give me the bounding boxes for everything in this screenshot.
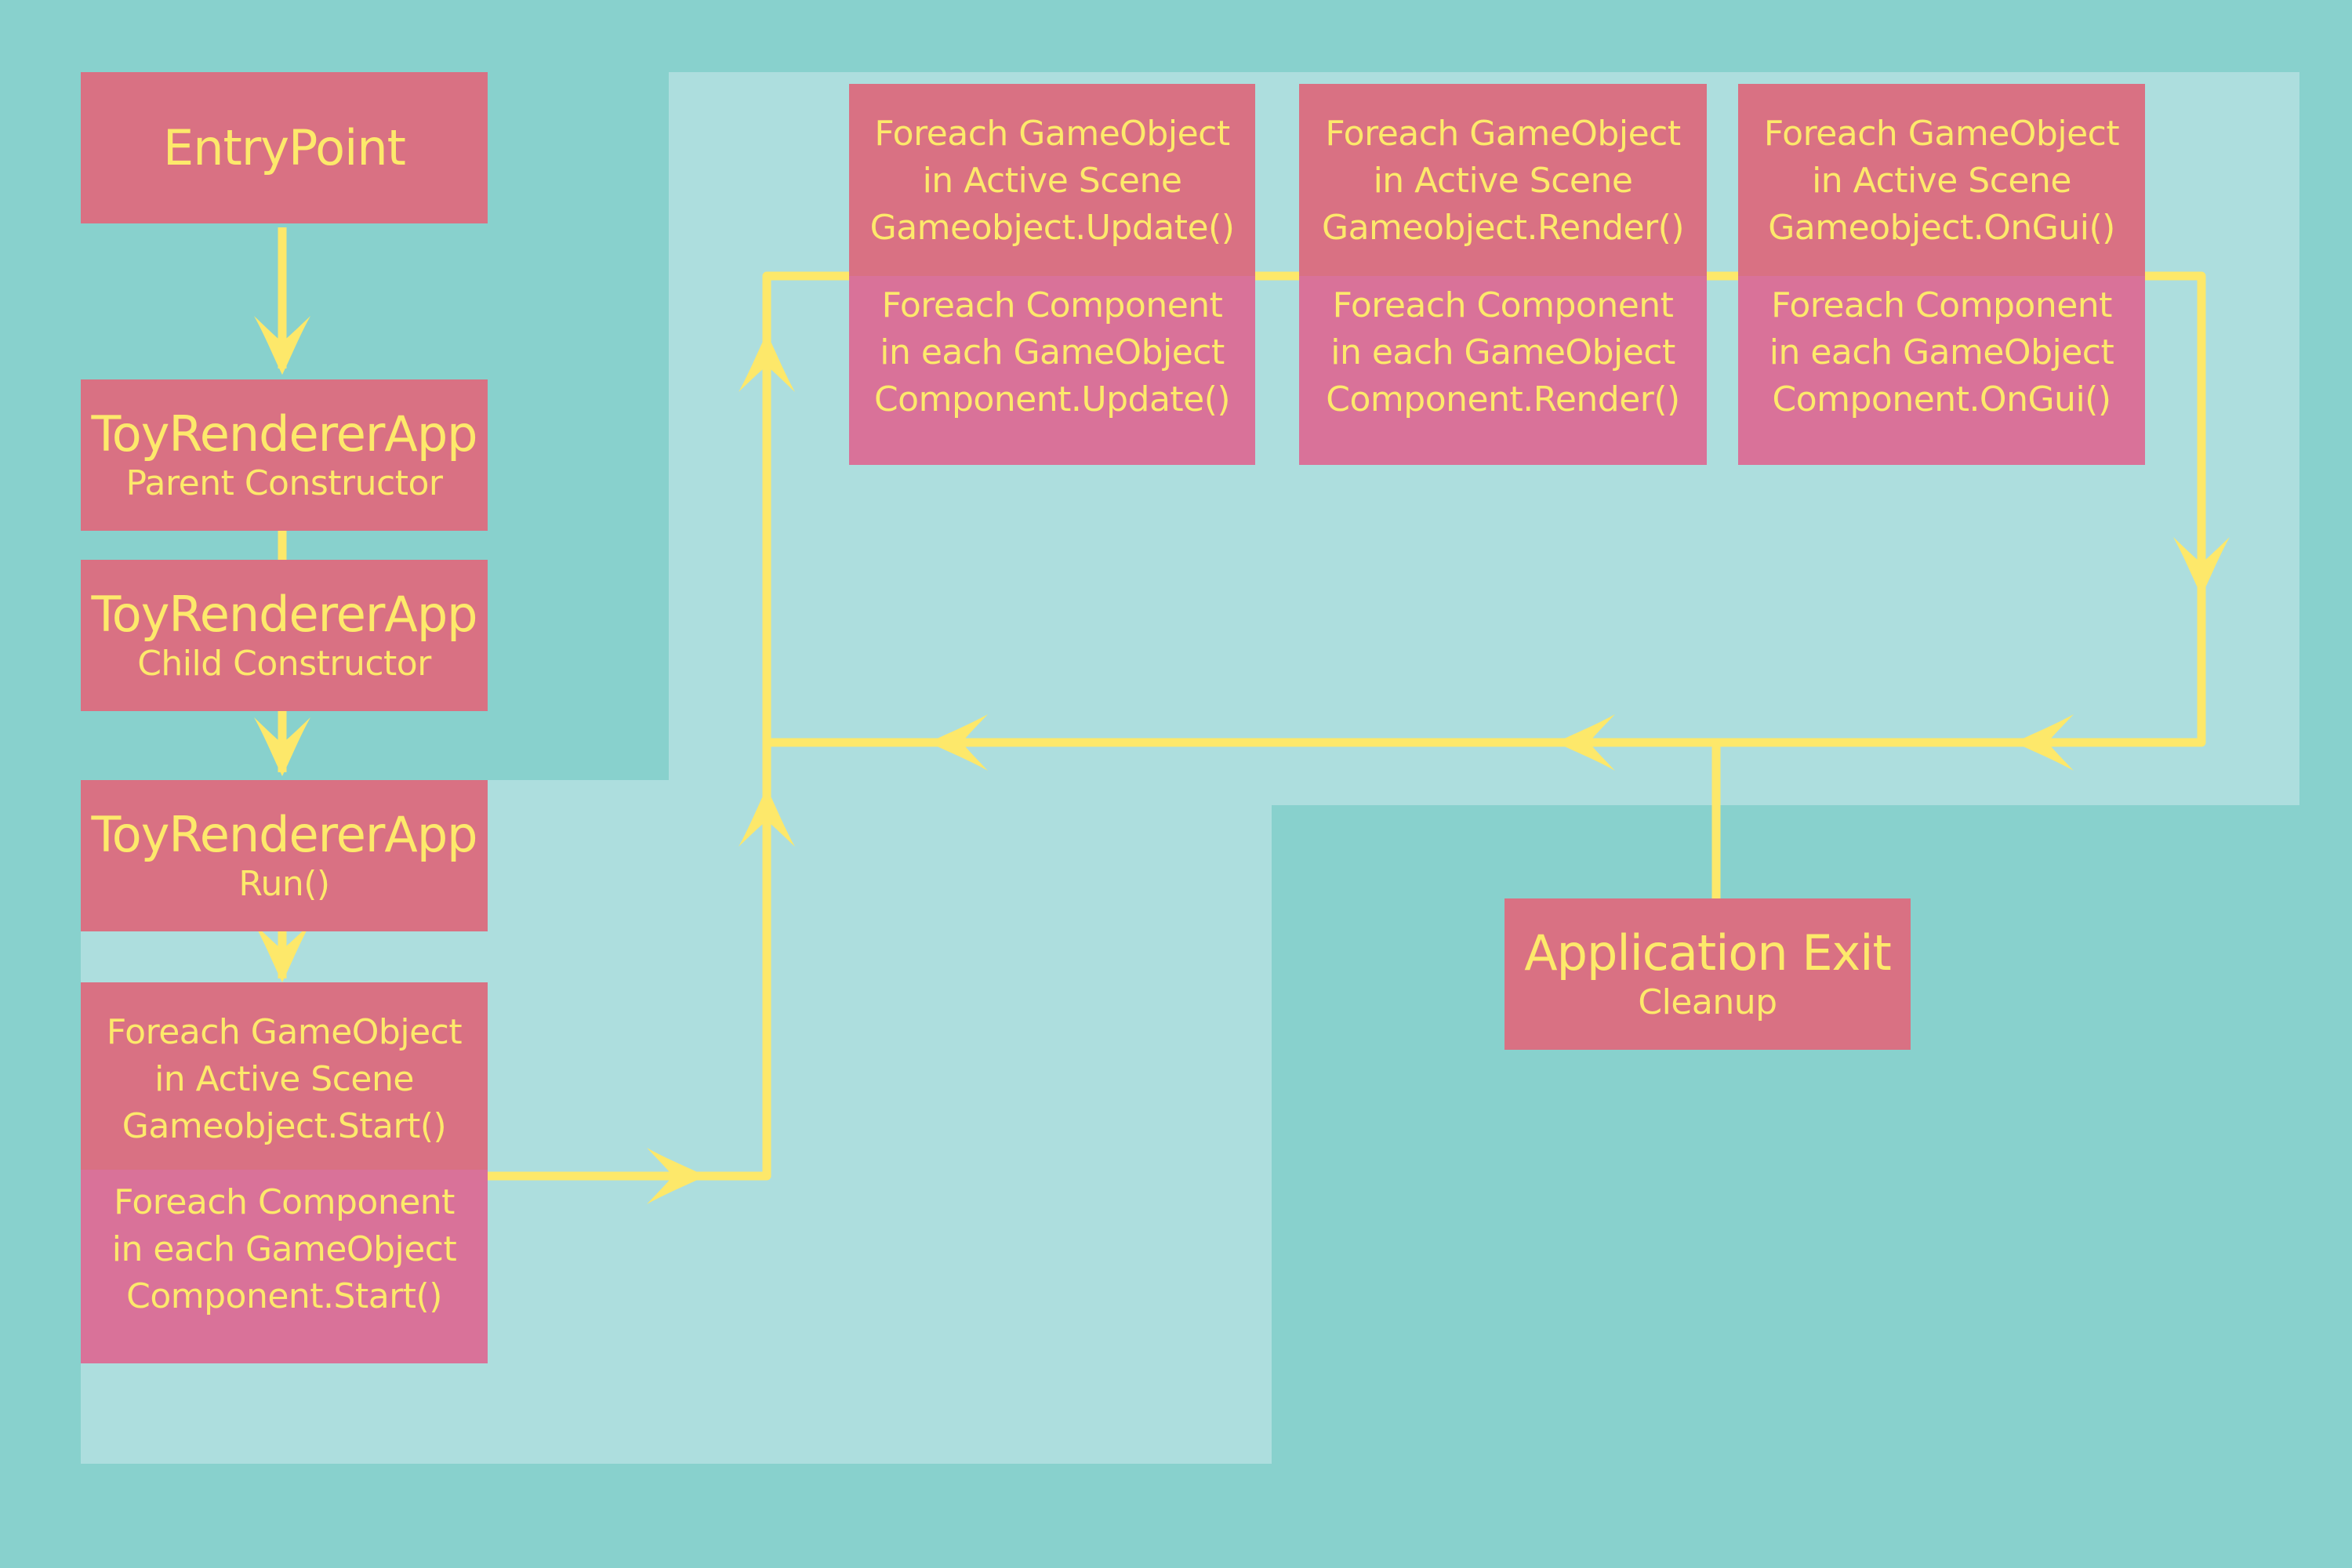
node-render-gameobject: Foreach GameObject in Active Scene Gameo… bbox=[1299, 84, 1707, 276]
node-start-gameobject: Foreach GameObject in Active Scene Gameo… bbox=[81, 982, 488, 1170]
node-line: Foreach GameObject bbox=[106, 1012, 463, 1052]
node-application-exit: Application Exit Cleanup bbox=[1504, 898, 1911, 1050]
node-line: Foreach GameObject bbox=[874, 114, 1230, 154]
node-subtitle: Child Constructor bbox=[137, 643, 431, 684]
node-child-constructor: ToyRendererApp Child Constructor bbox=[81, 560, 488, 711]
node-title: EntryPoint bbox=[163, 118, 406, 176]
node-render: Foreach GameObject in Active Scene Gameo… bbox=[1299, 84, 1707, 465]
node-line: Component.OnGui() bbox=[1772, 379, 2112, 419]
node-update-component: Foreach Component in each GameObject Com… bbox=[849, 276, 1255, 465]
node-title: ToyRendererApp bbox=[91, 585, 477, 643]
node-ongui: Foreach GameObject in Active Scene Gameo… bbox=[1738, 84, 2145, 465]
node-line: Gameobject.Update() bbox=[869, 208, 1235, 248]
node-line: Gameobject.Start() bbox=[122, 1106, 447, 1146]
node-title: Application Exit bbox=[1524, 924, 1892, 982]
node-parent-constructor: ToyRendererApp Parent Constructor bbox=[81, 379, 488, 531]
node-run: ToyRendererApp Run() bbox=[81, 780, 488, 931]
node-title: ToyRendererApp bbox=[91, 805, 477, 863]
node-line: in Active Scene bbox=[154, 1059, 414, 1099]
node-line: in Active Scene bbox=[922, 161, 1182, 201]
node-line: in Active Scene bbox=[1373, 161, 1633, 201]
node-update-gameobject: Foreach GameObject in Active Scene Gameo… bbox=[849, 84, 1255, 276]
node-update: Foreach GameObject in Active Scene Gameo… bbox=[849, 84, 1255, 465]
node-line: Foreach GameObject bbox=[1325, 114, 1681, 154]
node-line: Component.Start() bbox=[126, 1276, 442, 1316]
node-line: Component.Update() bbox=[873, 379, 1231, 419]
node-line: in each GameObject bbox=[1330, 332, 1675, 372]
node-line: in Active Scene bbox=[1812, 161, 2071, 201]
node-line: Component.Render() bbox=[1326, 379, 1680, 419]
node-line: Foreach GameObject bbox=[1763, 114, 2120, 154]
node-line: in each GameObject bbox=[111, 1229, 457, 1269]
node-line: in each GameObject bbox=[880, 332, 1225, 372]
node-title: ToyRendererApp bbox=[91, 405, 477, 463]
node-line: Gameobject.Render() bbox=[1321, 208, 1685, 248]
node-ongui-gameobject: Foreach GameObject in Active Scene Gameo… bbox=[1738, 84, 2145, 276]
node-line: Foreach Component bbox=[1332, 285, 1674, 325]
node-line: in each GameObject bbox=[1769, 332, 2114, 372]
node-render-component: Foreach Component in each GameObject Com… bbox=[1299, 276, 1707, 465]
node-subtitle: Cleanup bbox=[1638, 982, 1777, 1022]
node-line: Foreach Component bbox=[881, 285, 1223, 325]
node-subtitle: Run() bbox=[238, 863, 330, 904]
node-entrypoint: EntryPoint bbox=[81, 72, 488, 223]
node-line: Gameobject.OnGui() bbox=[1768, 208, 2115, 248]
node-line: Foreach Component bbox=[1771, 285, 2112, 325]
node-start-component: Foreach Component in each GameObject Com… bbox=[81, 1170, 488, 1363]
node-start: Foreach GameObject in Active Scene Gameo… bbox=[81, 982, 488, 1363]
node-subtitle: Parent Constructor bbox=[125, 463, 443, 503]
node-line: Foreach Component bbox=[114, 1182, 455, 1222]
node-ongui-component: Foreach Component in each GameObject Com… bbox=[1738, 276, 2145, 465]
